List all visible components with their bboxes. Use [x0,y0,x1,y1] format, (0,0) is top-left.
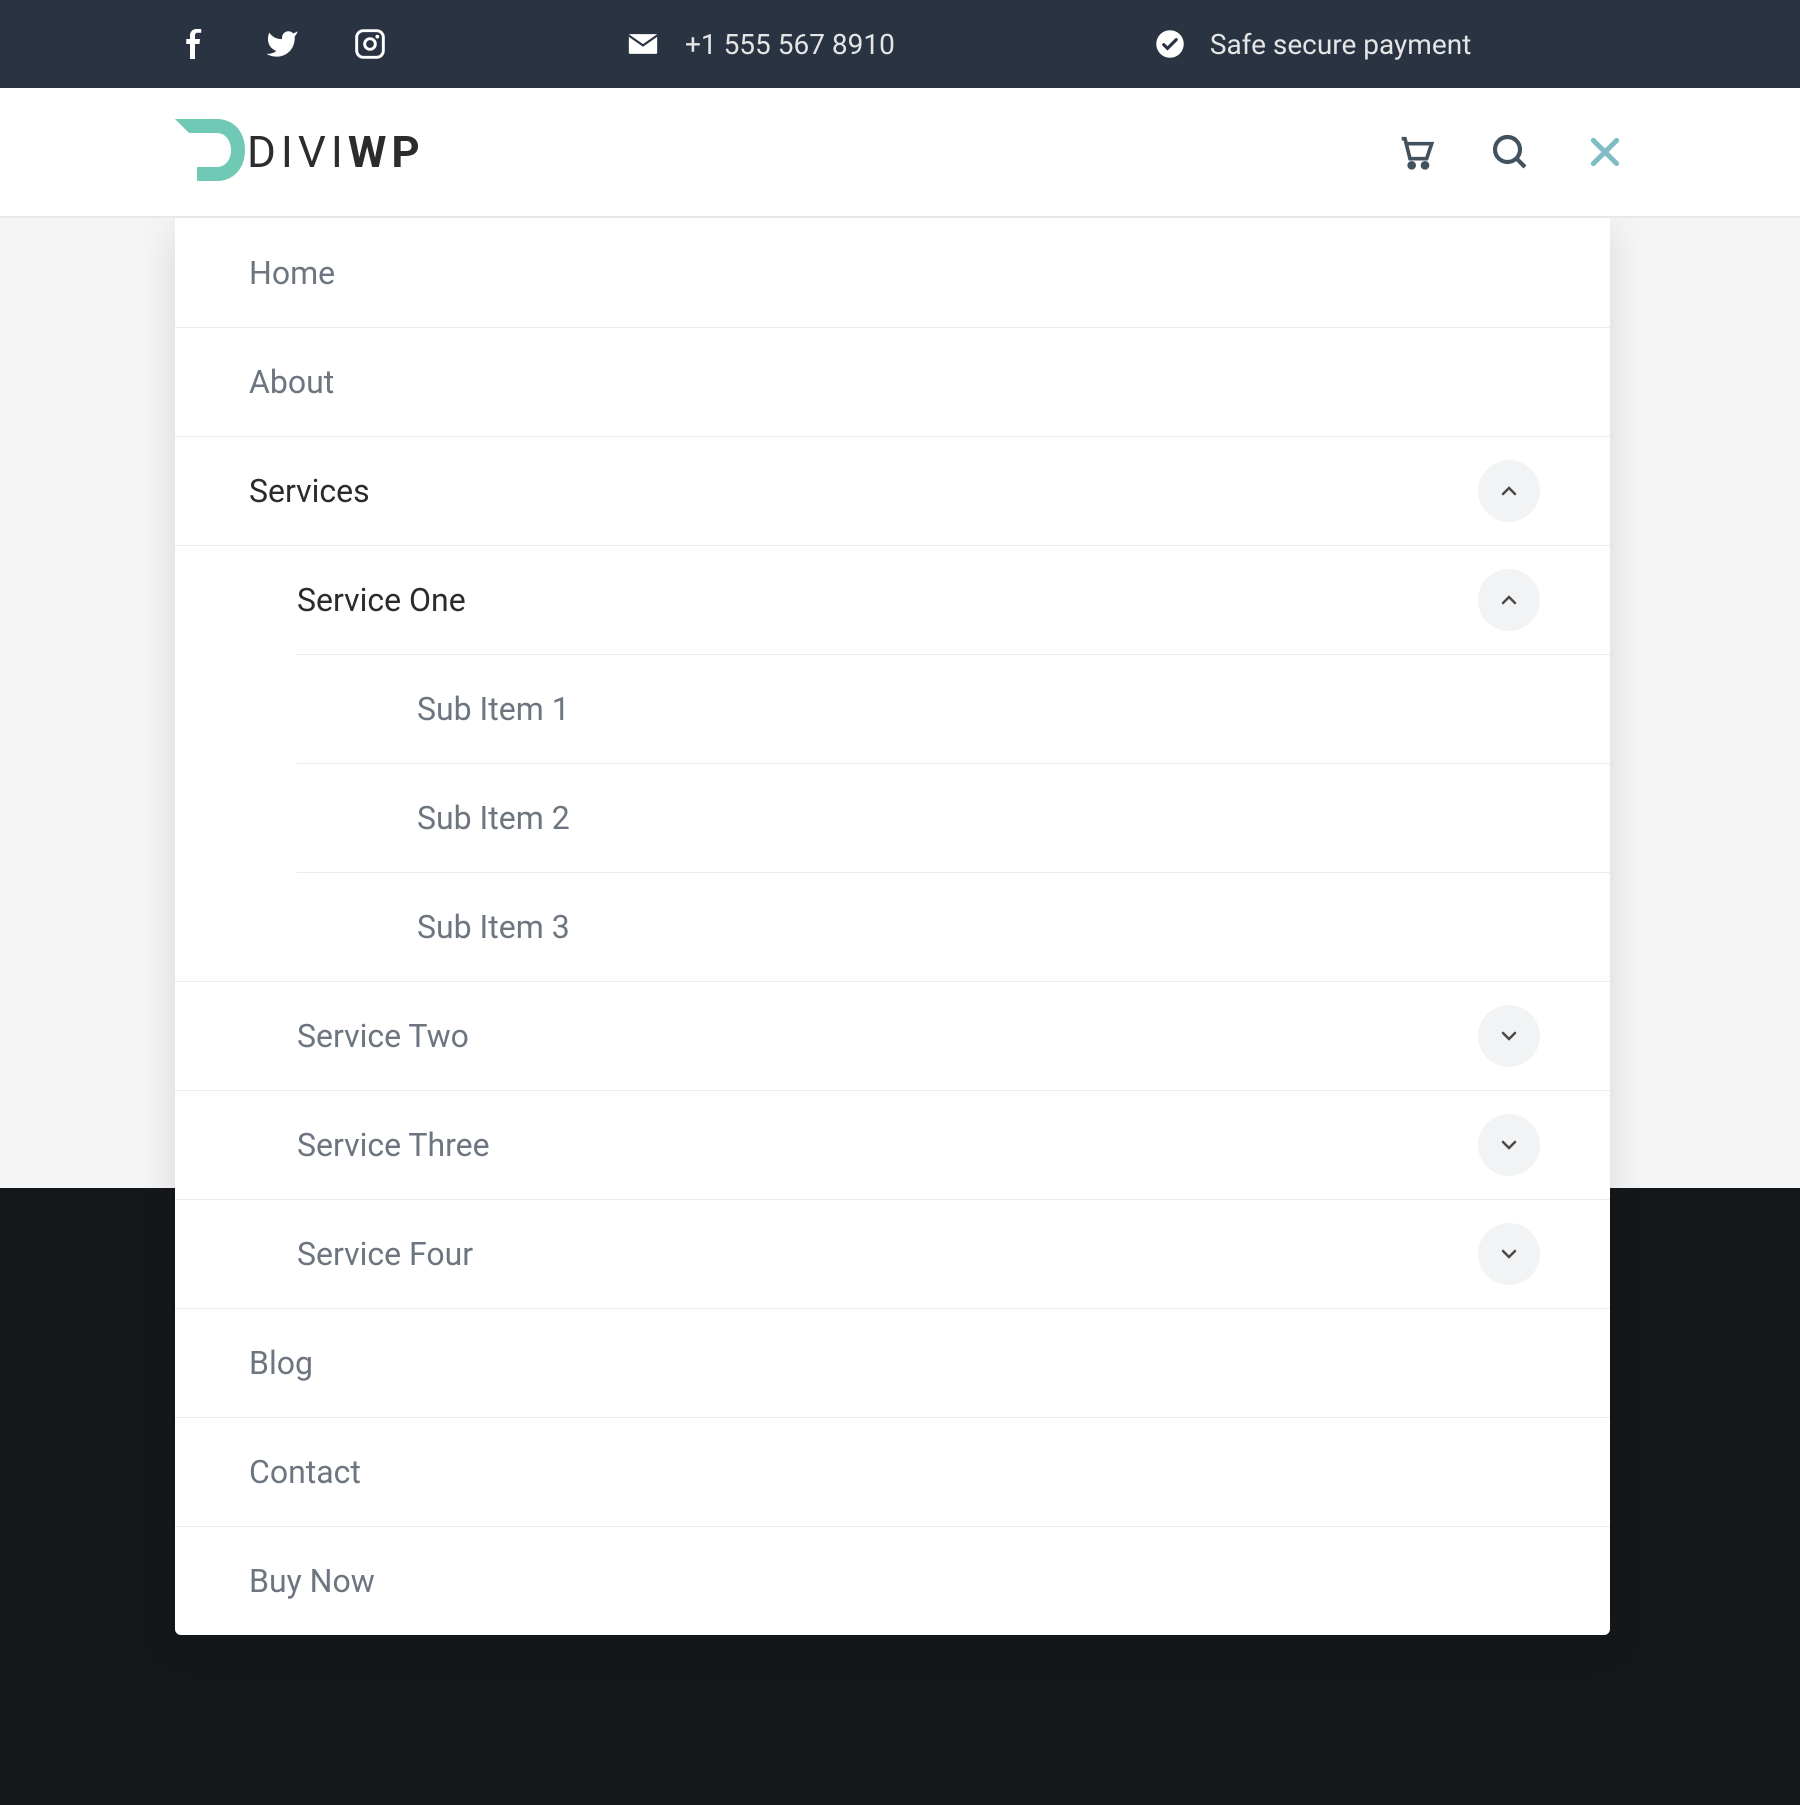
nav-sub-item-2[interactable]: Sub Item 2 [297,763,1610,872]
nav-blog[interactable]: Blog [175,1308,1610,1417]
nav-services-label: Services [249,472,370,510]
nav-buy-now-label: Buy Now [249,1562,375,1600]
nav-sub-item-1[interactable]: Sub Item 1 [297,654,1610,763]
phone-block[interactable]: +1 555 567 8910 [626,27,895,61]
logo-mark-icon [175,119,245,185]
check-circle-icon [1155,29,1185,59]
nav-service-four-label: Service Four [297,1235,473,1273]
nav-service-four[interactable]: Service Four [175,1199,1610,1308]
mail-icon [626,27,660,61]
service-one-subitems: Sub Item 1 Sub Item 2 Sub Item 3 [297,654,1610,981]
search-icon[interactable] [1490,132,1530,172]
chevron-up-icon[interactable] [1478,569,1540,631]
secure-payment-block: Safe secure payment [1155,28,1472,61]
nav-sub-item-3[interactable]: Sub Item 3 [297,872,1610,981]
nav-service-one[interactable]: Service One [175,545,1610,654]
nav-about[interactable]: About [175,327,1610,436]
close-icon[interactable] [1585,132,1625,172]
nav-sub-item-3-label: Sub Item 3 [417,908,570,946]
nav-service-one-label: Service One [297,581,466,619]
nav-contact-label: Contact [249,1453,361,1491]
nav-service-three-label: Service Three [297,1126,490,1164]
nav-service-two-label: Service Two [297,1017,469,1055]
nav-contact[interactable]: Contact [175,1417,1610,1526]
chevron-down-icon[interactable] [1478,1114,1540,1176]
phone-text: +1 555 567 8910 [685,28,895,61]
header-icons [1395,132,1625,172]
mobile-menu-dropdown: Home About Services Service One Sub Item… [175,218,1610,1635]
nav-blog-label: Blog [249,1344,313,1382]
nav-service-three[interactable]: Service Three [175,1090,1610,1199]
nav-services[interactable]: Services [175,436,1610,545]
nav-service-two[interactable]: Service Two [175,981,1610,1090]
nav-buy-now[interactable]: Buy Now [175,1526,1610,1635]
top-bar: +1 555 567 8910 Safe secure payment [0,0,1800,88]
site-header: DIVIWP [0,88,1800,218]
secure-payment-text: Safe secure payment [1210,28,1472,61]
chevron-down-icon[interactable] [1478,1005,1540,1067]
page-body: Home About Services Service One Sub Item… [0,218,1800,1805]
twitter-icon[interactable] [265,27,299,61]
facebook-icon[interactable] [180,29,210,59]
chevron-down-icon[interactable] [1478,1223,1540,1285]
nav-home-label: Home [249,254,335,292]
nav-about-label: About [249,363,334,401]
instagram-icon[interactable] [354,28,386,60]
nav-sub-item-2-label: Sub Item 2 [417,799,570,837]
nav-sub-item-1-label: Sub Item 1 [417,690,570,728]
logo-text: DIVIWP [247,126,425,178]
chevron-up-icon[interactable] [1478,460,1540,522]
site-logo[interactable]: DIVIWP [175,119,425,185]
nav-home[interactable]: Home [175,218,1610,327]
social-icons [180,27,386,61]
cart-icon[interactable] [1395,132,1435,172]
